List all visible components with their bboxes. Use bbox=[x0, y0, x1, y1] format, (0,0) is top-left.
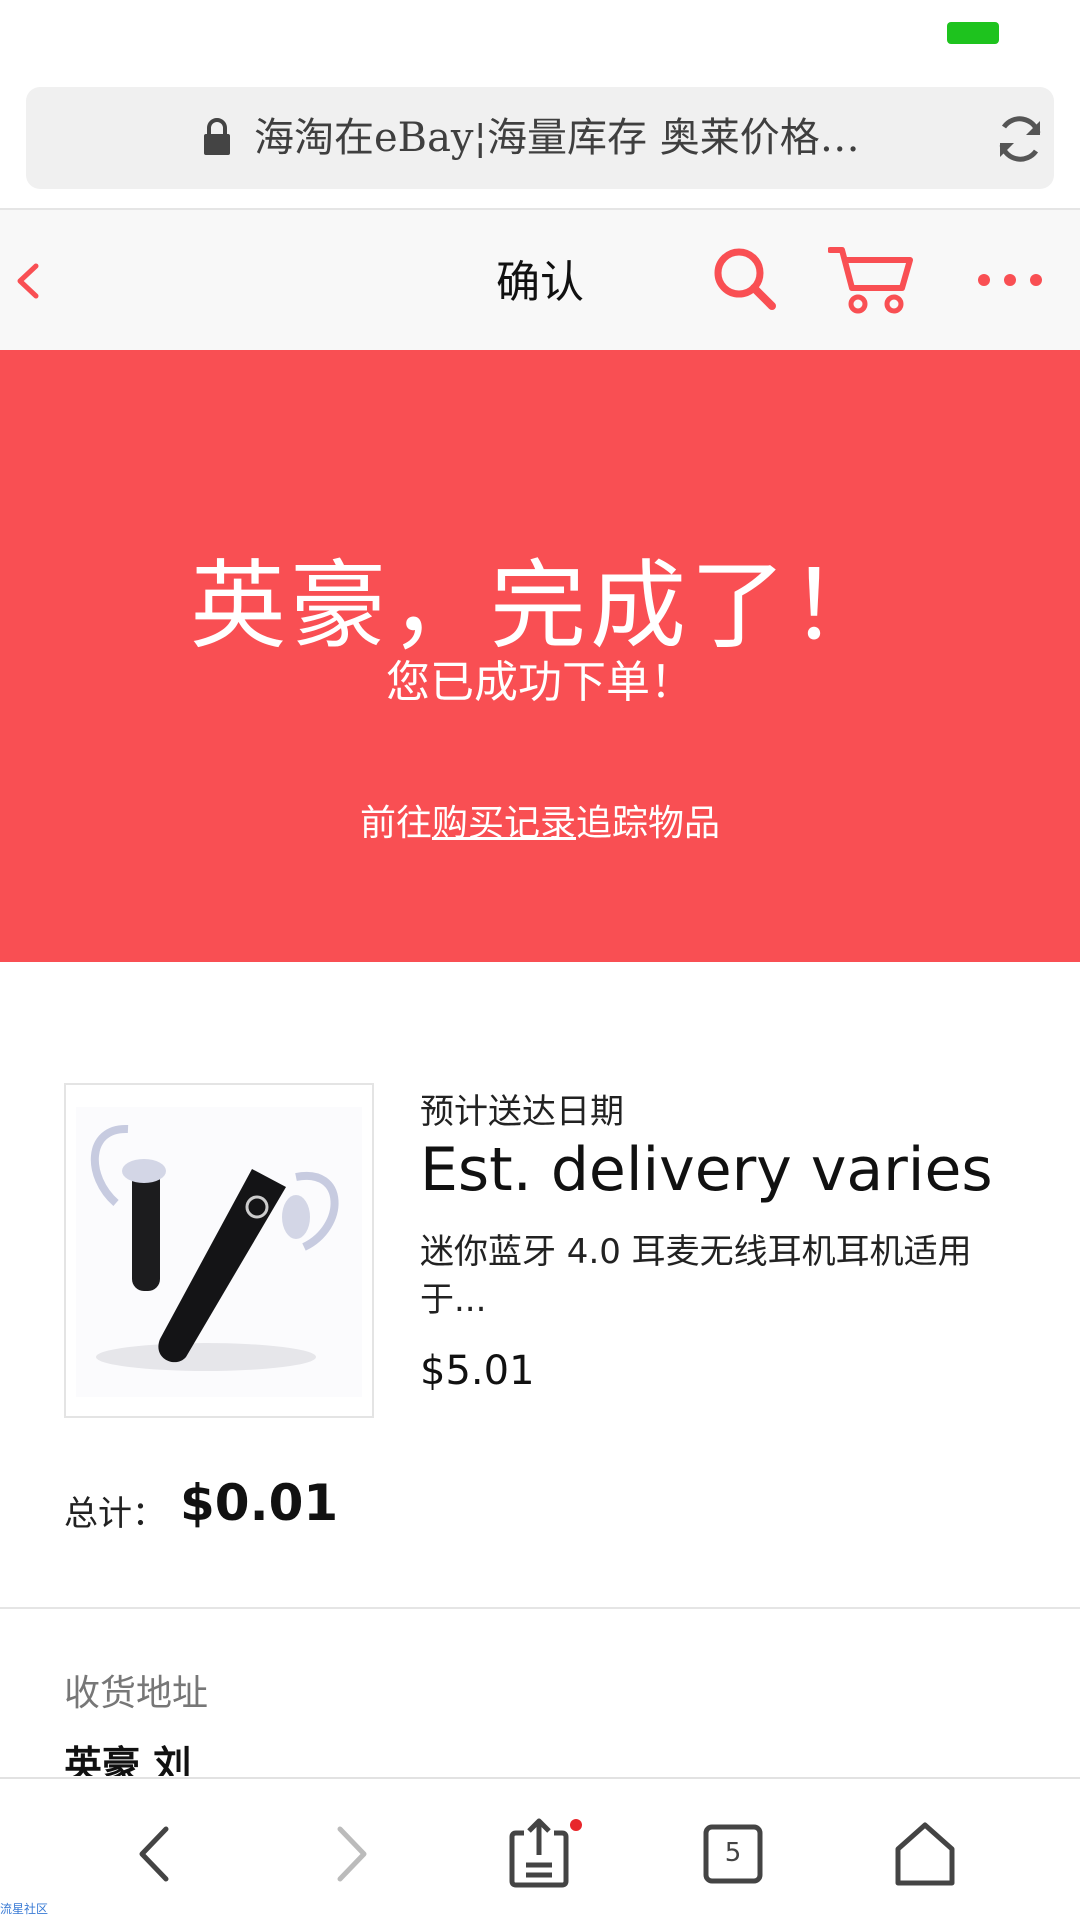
banner-subtitle: 您已成功下单！ bbox=[386, 657, 694, 708]
more-icon[interactable] bbox=[976, 270, 1044, 290]
link-suffix: 追踪物品 bbox=[576, 803, 721, 844]
browser-back-icon[interactable] bbox=[110, 1809, 200, 1899]
divider bbox=[0, 1607, 1080, 1609]
share-button[interactable] bbox=[494, 1809, 584, 1899]
notification-dot bbox=[570, 1819, 582, 1831]
link-prefix: 前往 bbox=[359, 803, 432, 844]
purchase-history-line: 前往购买记录追踪物品 bbox=[0, 794, 1080, 846]
headset-icon bbox=[90, 1124, 339, 1371]
page-title: 确认 bbox=[496, 257, 584, 308]
browser-toolbar: 5 bbox=[0, 1777, 1080, 1920]
browser-forward-icon[interactable] bbox=[306, 1809, 396, 1899]
nav-bar: 确认 bbox=[0, 210, 1080, 350]
shipping-address-label: 收货地址 bbox=[64, 1673, 209, 1714]
cart-icon[interactable] bbox=[828, 244, 914, 314]
est-delivery-value: Est. delivery varies bbox=[420, 1135, 993, 1205]
purchase-history-link[interactable]: 购买记录 bbox=[432, 803, 576, 844]
success-banner: 英豪，完成了！ 您已成功下单！ 前往购买记录追踪物品 bbox=[0, 350, 1080, 962]
url-text[interactable]: 海淘在eBay¦海量库存 奥莱价格… bbox=[254, 111, 894, 165]
product-image[interactable] bbox=[64, 1083, 374, 1418]
est-delivery-label: 预计送达日期 bbox=[420, 1092, 624, 1132]
shipping-name: 英豪 刘 bbox=[64, 1742, 192, 1776]
item-price: $5.01 bbox=[420, 1348, 535, 1394]
total-value: $0.01 bbox=[180, 1474, 339, 1532]
battery-icon bbox=[947, 22, 999, 44]
lock-icon bbox=[204, 118, 230, 155]
reload-icon[interactable] bbox=[994, 113, 1046, 165]
status-bar bbox=[0, 0, 1080, 70]
tabs-button[interactable]: 5 bbox=[688, 1809, 778, 1899]
url-bar[interactable]: 海淘在eBay¦海量库存 奥莱价格… bbox=[26, 87, 1054, 189]
item-title[interactable]: 迷你蓝牙 4.0 耳麦无线耳机耳机适用于... bbox=[420, 1228, 1020, 1324]
total-label: 总计： bbox=[64, 1494, 166, 1534]
tabs-count: 5 bbox=[724, 1838, 742, 1868]
home-icon[interactable] bbox=[880, 1809, 970, 1899]
search-icon[interactable] bbox=[712, 246, 778, 312]
watermark-text: 流星社区 bbox=[0, 1902, 49, 1916]
